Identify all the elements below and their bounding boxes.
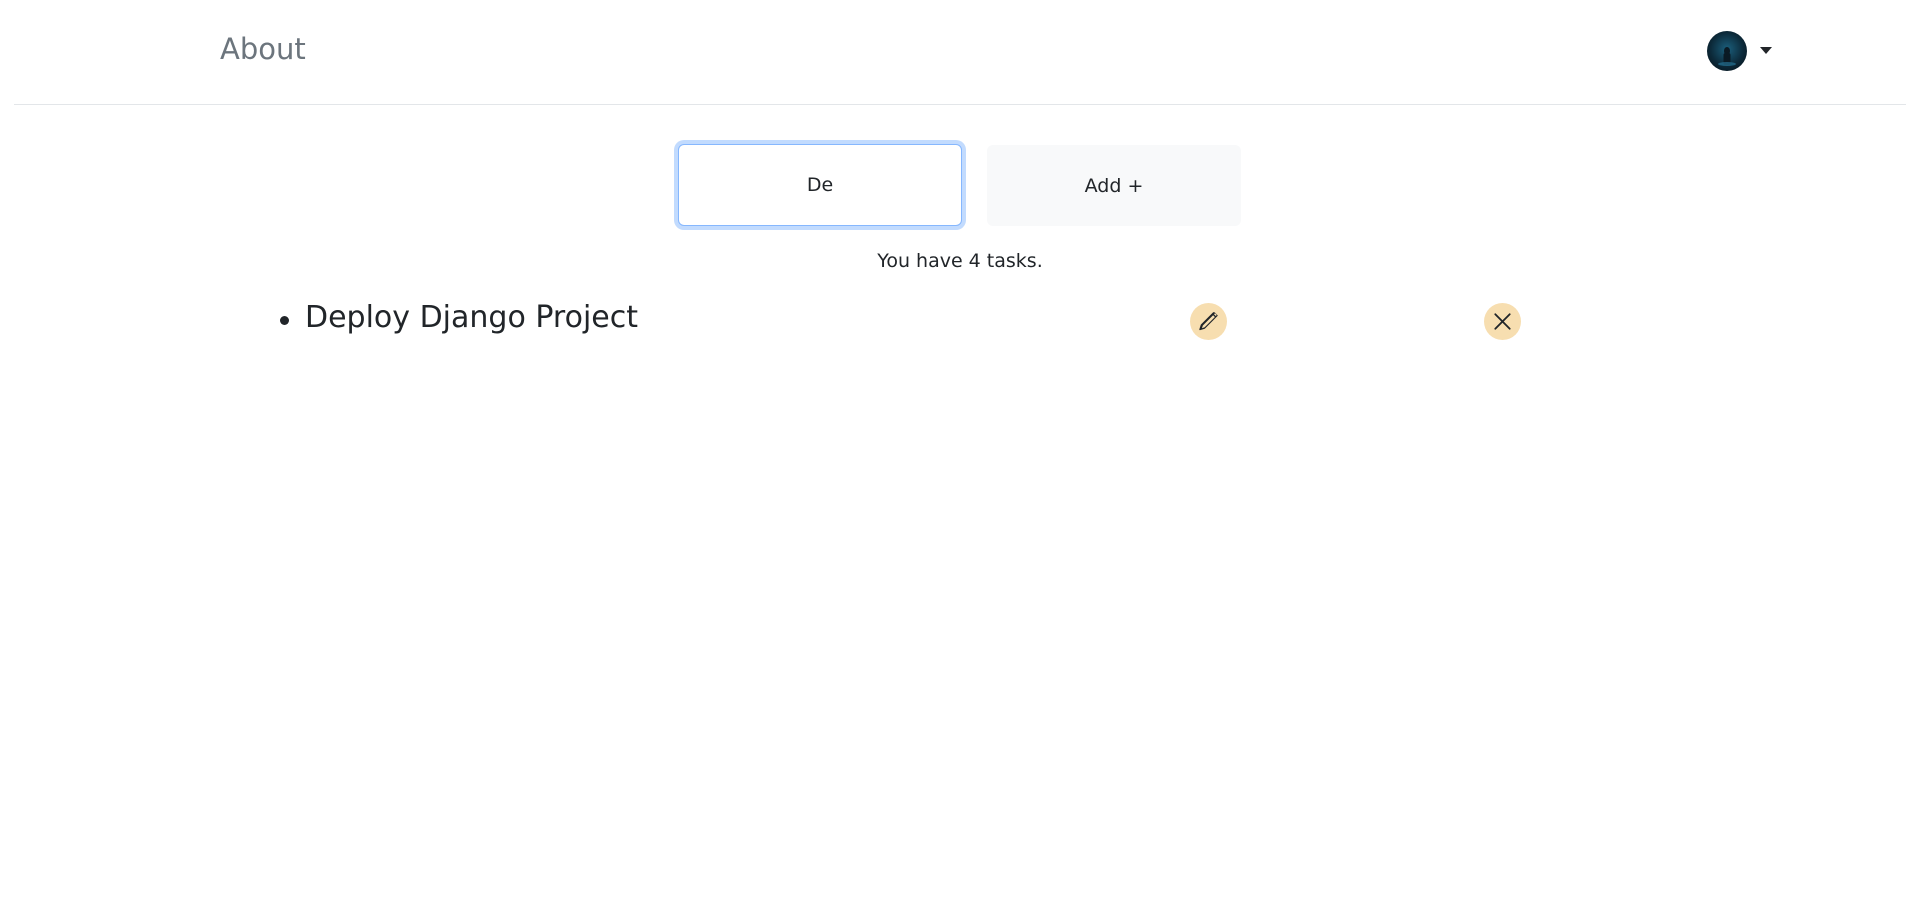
user-menu-dropdown[interactable] [1707, 31, 1773, 73]
task-count-text: You have 4 tasks. [877, 250, 1043, 272]
top-navbar: About [14, 0, 1906, 105]
nav-link-about[interactable]: About [220, 32, 306, 66]
avatar-image [1718, 47, 1736, 66]
task-title: Deploy Django Project [305, 300, 638, 335]
list-bullet [280, 316, 289, 325]
close-icon [1494, 313, 1511, 330]
delete-task-button[interactable] [1484, 303, 1521, 340]
task-list: Deploy Django Project [0, 295, 1920, 345]
avatar[interactable] [1707, 31, 1747, 71]
edit-task-button[interactable] [1190, 303, 1227, 340]
new-task-input[interactable] [678, 144, 962, 226]
pencil-icon [1199, 311, 1218, 331]
task-item: Deploy Django Project [0, 295, 1920, 345]
caret-down-icon[interactable] [1760, 47, 1772, 54]
add-task-button[interactable]: Add + [987, 145, 1241, 226]
